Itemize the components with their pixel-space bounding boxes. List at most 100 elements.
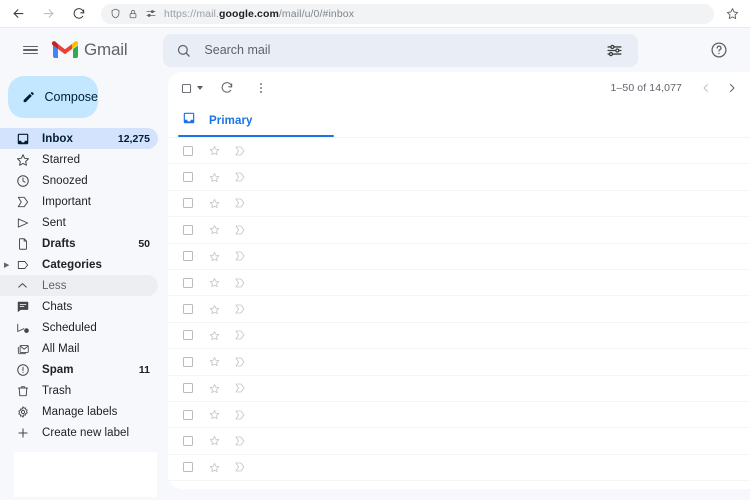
table-row[interactable] xyxy=(168,217,750,244)
refresh-icon[interactable] xyxy=(220,81,234,95)
prev-page-button[interactable] xyxy=(694,76,718,100)
shield-icon[interactable] xyxy=(110,8,121,19)
checkbox-icon[interactable] xyxy=(180,82,193,95)
row-star-icon[interactable] xyxy=(206,169,222,185)
table-row[interactable] xyxy=(168,296,750,323)
row-checkbox-icon[interactable] xyxy=(180,195,196,211)
tab-primary[interactable]: Primary xyxy=(178,104,334,137)
row-checkbox-icon[interactable] xyxy=(180,407,196,423)
row-star-icon[interactable] xyxy=(206,327,222,343)
row-checkbox-icon[interactable] xyxy=(180,380,196,396)
row-important-marker-icon[interactable] xyxy=(232,275,248,291)
table-row[interactable] xyxy=(168,376,750,402)
search-bar[interactable] xyxy=(163,33,639,67)
table-row[interactable] xyxy=(168,402,750,429)
row-important-marker-icon[interactable] xyxy=(232,143,248,159)
row-important-marker-icon[interactable] xyxy=(232,380,248,396)
forward-icon[interactable] xyxy=(40,5,57,22)
search-icon[interactable] xyxy=(176,43,191,58)
sidebar-item-scheduled[interactable]: Scheduled xyxy=(0,317,158,338)
select-all-checkbox[interactable] xyxy=(178,75,204,101)
sidebar-item-categories[interactable]: ▶ Categories xyxy=(0,254,158,275)
row-star-icon[interactable] xyxy=(206,195,222,211)
row-important-marker-icon[interactable] xyxy=(232,195,248,211)
row-important-marker-icon[interactable] xyxy=(232,222,248,238)
row-checkbox-icon[interactable] xyxy=(180,248,196,264)
sidebar-item-trash[interactable]: Trash xyxy=(0,380,158,401)
row-important-marker-icon[interactable] xyxy=(232,354,248,370)
sidebar-item-less[interactable]: Less xyxy=(0,275,158,296)
sidebar-item-create-new-label[interactable]: Create new label xyxy=(0,422,158,443)
expand-triangle-icon[interactable]: ▶ xyxy=(4,261,9,269)
sidebar-item-snoozed[interactable]: Snoozed xyxy=(0,170,158,191)
sidebar-item-chats[interactable]: Chats xyxy=(0,296,158,317)
row-checkbox-icon[interactable] xyxy=(180,433,196,449)
row-star-icon[interactable] xyxy=(206,222,222,238)
table-row[interactable] xyxy=(168,428,750,455)
row-checkbox-icon[interactable] xyxy=(180,275,196,291)
sidebar-item-drafts[interactable]: Drafts 50 xyxy=(0,233,158,254)
sidebar-item-sent[interactable]: Sent xyxy=(0,212,158,233)
row-checkbox-icon[interactable] xyxy=(180,301,196,317)
row-important-marker-icon[interactable] xyxy=(232,327,248,343)
next-page-button[interactable] xyxy=(720,76,744,100)
row-checkbox-icon[interactable] xyxy=(180,354,196,370)
reload-icon[interactable] xyxy=(70,5,87,22)
row-checkbox-icon[interactable] xyxy=(180,222,196,238)
sidebar-item-important[interactable]: Important xyxy=(0,191,158,212)
row-star-icon[interactable] xyxy=(206,143,222,159)
table-row[interactable] xyxy=(168,164,750,191)
table-row[interactable] xyxy=(168,323,750,350)
row-important-marker-icon[interactable] xyxy=(232,459,248,475)
refresh-button[interactable] xyxy=(214,75,240,101)
chevron-right-icon[interactable] xyxy=(726,82,738,94)
row-checkbox-icon[interactable] xyxy=(180,459,196,475)
row-important-marker-icon[interactable] xyxy=(232,407,248,423)
chevron-down-icon[interactable] xyxy=(196,86,203,90)
table-row[interactable] xyxy=(168,191,750,218)
row-star-icon[interactable] xyxy=(206,354,222,370)
sidebar-item-inbox[interactable]: Inbox 12,275 xyxy=(0,128,158,149)
mail-list-panel: 1–50 of 14,077 Primary xyxy=(168,72,750,489)
row-important-marker-icon[interactable] xyxy=(232,301,248,317)
lock-icon[interactable] xyxy=(128,9,138,19)
row-checkbox-icon[interactable] xyxy=(180,169,196,185)
table-row[interactable] xyxy=(168,244,750,270)
table-row[interactable] xyxy=(168,270,750,297)
row-star-icon[interactable] xyxy=(206,459,222,475)
row-star-icon[interactable] xyxy=(206,433,222,449)
bookmark-star-icon[interactable] xyxy=(724,6,740,22)
row-star-icon[interactable] xyxy=(206,407,222,423)
help-circle-icon[interactable] xyxy=(706,37,732,63)
row-checkbox-icon[interactable] xyxy=(180,327,196,343)
chevron-left-icon[interactable] xyxy=(700,82,712,94)
search-input[interactable] xyxy=(191,43,604,57)
row-star-icon[interactable] xyxy=(206,301,222,317)
sidebar-item-all-mail[interactable]: All Mail xyxy=(0,338,158,359)
sidebar-item-manage-labels[interactable]: Manage labels xyxy=(0,401,158,422)
tune-filter-icon[interactable] xyxy=(603,39,625,61)
gmail-brand[interactable]: Gmail xyxy=(52,40,128,60)
row-star-icon[interactable] xyxy=(206,380,222,396)
more-options-button[interactable] xyxy=(248,75,274,101)
back-icon[interactable] xyxy=(10,5,27,22)
table-row[interactable] xyxy=(168,455,750,482)
draft-icon xyxy=(14,237,31,251)
row-star-icon[interactable] xyxy=(206,248,222,264)
tracker-protection-icon[interactable] xyxy=(145,8,157,19)
url-bar[interactable]: https://mail.google.com/mail/u/0/#inbox xyxy=(101,3,714,24)
compose-button[interactable]: Compose xyxy=(8,76,98,118)
table-row[interactable] xyxy=(168,138,750,165)
table-row[interactable] xyxy=(168,349,750,376)
send-icon xyxy=(14,216,31,230)
hamburger-menu-icon[interactable] xyxy=(14,34,46,66)
row-important-marker-icon[interactable] xyxy=(232,169,248,185)
sidebar-item-spam[interactable]: Spam 11 xyxy=(0,359,158,380)
row-important-marker-icon[interactable] xyxy=(232,433,248,449)
browser-toolbar: https://mail.google.com/mail/u/0/#inbox xyxy=(0,0,750,28)
more-vert-icon[interactable] xyxy=(254,81,268,95)
row-star-icon[interactable] xyxy=(206,275,222,291)
row-checkbox-icon[interactable] xyxy=(180,143,196,159)
sidebar-item-starred[interactable]: Starred xyxy=(0,149,158,170)
row-important-marker-icon[interactable] xyxy=(232,248,248,264)
